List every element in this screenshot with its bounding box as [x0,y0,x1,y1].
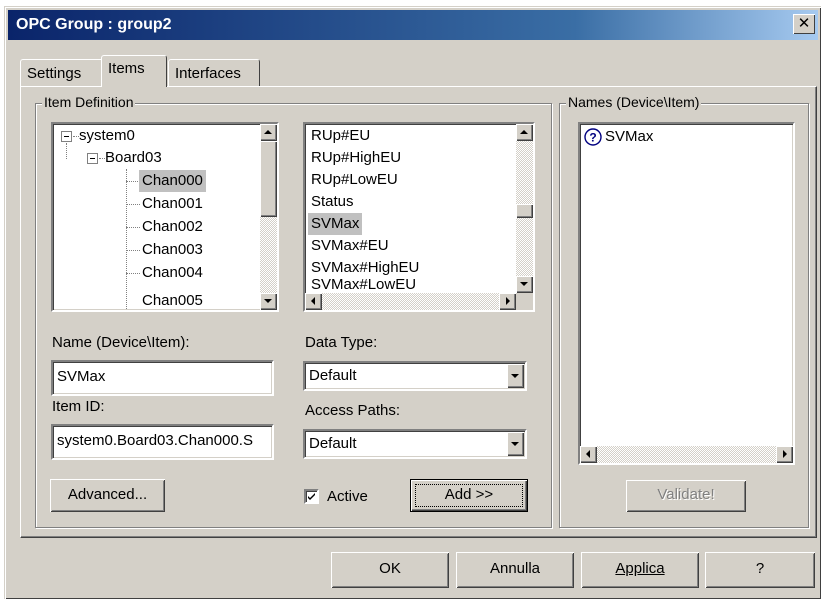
tree-node-system0[interactable]: system0 [79,125,135,147]
tree-connector [126,181,140,182]
dropdown-button[interactable] [507,432,524,456]
tree-node-chan003[interactable]: Chan003 [142,239,203,261]
tab-settings-label: Settings [27,65,82,82]
name-label: Name (Device\Item): [52,334,190,351]
apply-button-label: Applica [615,560,665,577]
items-tab-panel: Item Definition system0 Board03 Chan000 … [20,86,817,538]
svg-text:?: ? [589,131,596,145]
tree-node-board03[interactable]: Board03 [105,147,162,169]
item-id-field[interactable]: system0.Board03.Chan000.S [51,424,274,460]
tab-interfaces[interactable]: Interfaces [168,59,260,87]
validate-button[interactable]: Validate! [626,480,746,512]
ok-button-label: OK [379,560,401,577]
ok-button[interactable]: OK [331,552,449,588]
up-arrow-icon [520,130,528,134]
title-bar: OPC Group : group2 ✕ [8,10,818,40]
tree-node-chan002[interactable]: Chan002 [142,216,203,238]
item-id-label: Item ID: [52,398,105,415]
scroll-down-button[interactable] [260,293,277,310]
list-item[interactable]: Status [311,191,354,213]
tab-items-label: Items [108,60,145,77]
opc-group-dialog: OPC Group : group2 ✕ Settings Items Inte… [4,6,821,599]
data-type-value: Default [309,367,357,384]
left-arrow-icon [311,297,315,305]
scroll-thumb[interactable] [516,204,533,218]
data-type-label: Data Type: [305,334,378,351]
validate-button-label: Validate! [657,486,715,503]
help-button[interactable]: ? [705,552,815,588]
scroll-up-button[interactable] [260,124,277,141]
list-item-selected[interactable]: SVMax [308,213,363,235]
device-tree[interactable]: system0 Board03 Chan000 Chan001 Chan002 … [51,122,279,312]
names-horizontal-scrollbar[interactable] [580,446,793,463]
item-list[interactable]: RUp#EU RUp#HighEU RUp#LowEU Status SVMax… [303,122,535,312]
left-arrow-icon [586,450,590,458]
cancel-button-label: Annulla [489,560,541,577]
collapse-icon[interactable] [87,153,98,164]
active-label: Active [327,488,368,505]
tab-interfaces-label: Interfaces [175,65,241,82]
down-arrow-icon [264,299,272,303]
advanced-button-label: Advanced... [67,486,148,503]
list-item[interactable]: SVMax#EU [311,235,389,257]
collapse-icon[interactable] [61,131,72,142]
list-item[interactable]: RUp#LowEU [311,169,398,191]
scroll-right-button[interactable] [499,293,516,310]
checkmark-icon [308,493,315,500]
tree-node-chan005[interactable]: Chan005 [142,290,203,310]
scroll-corner [516,293,533,310]
access-paths-select[interactable]: Default [303,429,527,459]
list-item[interactable]: RUp#EU [311,125,370,147]
down-arrow-icon [520,282,528,286]
item-definition-legend: Item Definition [42,94,136,110]
tab-items[interactable]: Items [101,55,167,87]
scroll-up-button[interactable] [516,124,533,141]
tree-connector [126,250,140,251]
names-legend: Names (Device\Item) [566,94,702,110]
cancel-button[interactable]: Annulla [456,552,574,588]
close-button[interactable]: ✕ [793,14,815,34]
up-arrow-icon [264,130,272,134]
tree-node-chan004[interactable]: Chan004 [142,262,203,284]
right-arrow-icon [783,450,787,458]
items-vertical-scrollbar[interactable] [516,124,533,293]
scroll-thumb[interactable] [260,141,277,217]
tree-vertical-scrollbar[interactable] [260,124,277,310]
tree-connector [126,273,140,274]
name-field[interactable]: SVMax [51,360,274,396]
tree-connector [126,227,140,228]
right-arrow-icon [506,297,510,305]
scroll-down-button[interactable] [516,276,533,293]
scroll-left-button[interactable] [305,293,322,310]
add-button[interactable]: Add >> [410,479,528,512]
access-paths-label: Access Paths: [305,402,401,419]
advanced-button[interactable]: Advanced... [50,479,165,512]
window-title: OPC Group : group2 [16,16,172,33]
close-icon: ✕ [797,15,811,32]
scroll-right-button[interactable] [776,446,793,463]
help-button-label: ? [755,560,765,577]
item-definition-group: Item Definition system0 Board03 Chan000 … [35,94,552,528]
name-list-item[interactable]: SVMax [605,126,653,148]
chevron-down-icon [511,374,519,378]
tree-connector [126,169,127,309]
dropdown-button[interactable] [507,364,524,388]
items-horizontal-scrollbar[interactable] [305,293,516,310]
list-item[interactable]: RUp#HighEU [311,147,401,169]
active-checkbox[interactable] [304,489,319,504]
names-group: Names (Device\Item) ? SVMax Validate! [559,94,809,528]
chevron-down-icon [511,442,519,446]
apply-button[interactable]: Applica [581,552,699,588]
focus-rectangle [415,484,523,507]
names-list[interactable]: ? SVMax [578,122,795,465]
question-icon: ? [584,128,602,146]
tree-node-chan000[interactable]: Chan000 [139,170,206,192]
tab-settings[interactable]: Settings [20,59,104,87]
tree-node-chan001[interactable]: Chan001 [142,193,203,215]
access-paths-value: Default [309,435,357,452]
data-type-select[interactable]: Default [303,361,527,391]
scroll-left-button[interactable] [580,446,597,463]
tree-connector [126,204,140,205]
tree-connector [66,143,67,159]
